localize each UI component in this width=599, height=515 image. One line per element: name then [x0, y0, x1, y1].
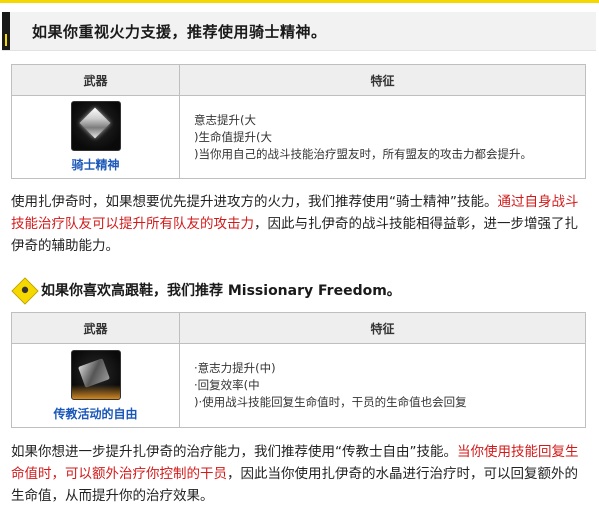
weapon-cell: 骑士精神 — [11, 95, 180, 179]
column-header-feature: 特征 — [179, 312, 586, 344]
column-header-feature: 特征 — [179, 64, 586, 96]
feature-line: 意志提升(大 — [194, 112, 256, 127]
feature-line: ·意志力提升(中) — [194, 361, 276, 375]
paragraph-text: 如果你想进一步提升扎伊奇的治疗能力，我们推荐使用“传教士自由”技能。 — [11, 444, 457, 460]
table-header-row: 武器 特征 — [11, 64, 586, 96]
section1-heading-text: 如果你重视火力支援，推荐使用骑士精神。 — [32, 23, 327, 41]
mechanical-relic-icon[interactable] — [70, 349, 121, 400]
feature-cell: ·意志力提升(中) ·回复效率(中 )·使用战斗技能回复生命值时，干员的生命值也… — [179, 343, 586, 428]
feature-cell: 意志提升(大 )生命值提升(大 )当你用自己的战斗技能治疗盟友时，所有盟友的攻击… — [179, 95, 586, 179]
feature-line: )·使用战斗技能回复生命值时，干员的生命值也会回复 — [194, 395, 467, 409]
section2-heading-text: 如果你喜欢高跟鞋，我们推荐 Missionary Freedom。 — [41, 283, 401, 299]
weapon-cell: 传教活动的自由 — [11, 343, 180, 428]
table-row: 骑士精神 意志提升(大 )生命值提升(大 )当你用自己的战斗技能治疗盟友时，所有… — [11, 95, 586, 179]
feature-line: )当你用自己的战斗技能治疗盟友时，所有盟友的攻击力都会提升。 — [194, 146, 532, 161]
section2-paragraph: 如果你想进一步提升扎伊奇的治疗能力，我们推荐使用“传教士自由”技能。当你使用技能… — [11, 441, 589, 507]
section2-heading: 如果你喜欢高跟鞋，我们推荐 Missionary Freedom。 — [11, 277, 589, 305]
yellow-bar-icon — [2, 12, 10, 50]
weapon-table-2: 武器 特征 传教活动的自由 ·意志力提升(中) ·回复效率(中 )·使用战斗技能… — [11, 312, 586, 428]
paragraph-text: 使用扎伊奇时，如果想要优先提升进攻方的火力，我们推荐使用“骑士精神”技能。 — [11, 194, 498, 210]
feature-line: )生命值提升(大 — [194, 129, 272, 144]
section1-paragraph: 使用扎伊奇时，如果想要优先提升进攻方的火力，我们推荐使用“骑士精神”技能。通过自… — [11, 191, 589, 257]
section1-heading: 如果你重视火力支援，推荐使用骑士精神。 — [2, 12, 596, 51]
weapon-table-1: 武器 特征 骑士精神 意志提升(大 )生命值提升(大 )当你用自己的战斗技能治疗… — [11, 64, 586, 179]
crystal-gem-icon[interactable] — [70, 101, 121, 151]
weapon-name-link[interactable]: 骑士精神 — [13, 156, 178, 173]
feature-line: ·回复效率(中 — [194, 378, 260, 392]
top-accent-line — [0, 0, 599, 3]
diamond-badge-icon — [11, 277, 39, 305]
column-header-weapon: 武器 — [11, 312, 180, 344]
weapon-name-link[interactable]: 传教活动的自由 — [13, 405, 178, 422]
table-header-row: 武器 特征 — [11, 312, 586, 344]
table-row: 传教活动的自由 ·意志力提升(中) ·回复效率(中 )·使用战斗技能回复生命值时… — [11, 343, 586, 428]
column-header-weapon: 武器 — [11, 64, 180, 96]
